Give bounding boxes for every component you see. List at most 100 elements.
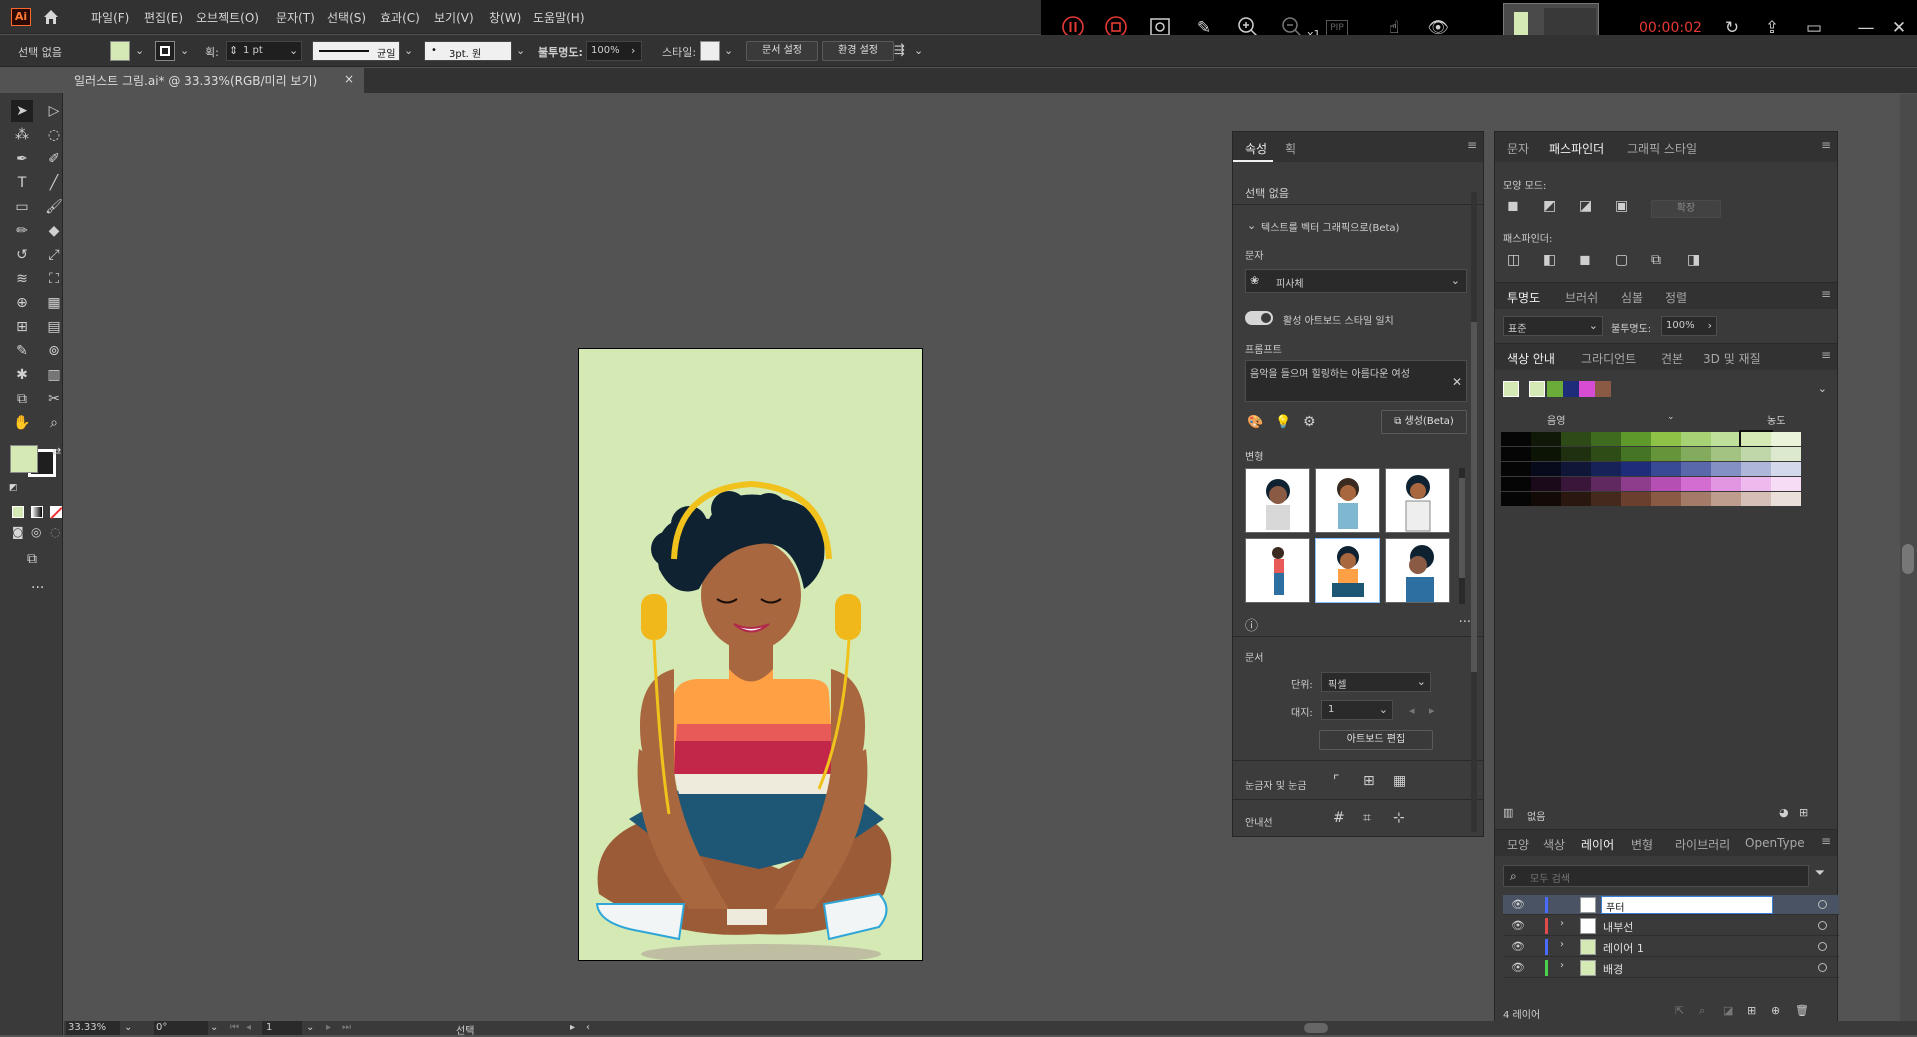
harmony-color-1[interactable]	[1529, 381, 1545, 397]
lasso-icon[interactable]: ◌	[43, 124, 65, 146]
color-guide-swatch[interactable]	[1621, 432, 1651, 446]
magic-wand-icon[interactable]: ⁂	[11, 124, 33, 146]
color-guide-swatch[interactable]	[1561, 447, 1591, 461]
chevron-down-icon[interactable]: ⌄	[306, 1022, 314, 1033]
next-artboard-icon[interactable]: ▸	[326, 1022, 331, 1033]
stroke-weight-field[interactable]: ⇕ 1 pt ⌄	[226, 41, 302, 61]
tab-color-guide[interactable]: 색상 안내	[1507, 350, 1555, 367]
crop-icon[interactable]: ▢	[1615, 252, 1628, 268]
new-layer-icon[interactable]: ⊕	[1771, 1004, 1780, 1017]
chevron-down-icon[interactable]: ⌄	[289, 44, 298, 57]
chevron-down-icon[interactable]: ⌄	[404, 44, 413, 57]
panel-menu-icon[interactable]: ≡	[1467, 138, 1477, 152]
color-guide-swatch[interactable]	[1621, 462, 1651, 476]
selection-tool-icon[interactable]: ➤	[11, 100, 33, 122]
home-icon[interactable]	[42, 8, 60, 26]
harmony-color-2[interactable]	[1547, 381, 1563, 397]
eraser-icon[interactable]: ◆	[43, 220, 65, 242]
tab-stroke[interactable]: 획	[1285, 140, 1296, 157]
intersect-icon[interactable]: ◪	[1579, 198, 1592, 214]
color-guide-swatch[interactable]	[1591, 492, 1621, 506]
color-guide-swatch[interactable]	[1621, 447, 1651, 461]
zoom-tool-icon[interactable]: ⌕	[43, 412, 65, 434]
layer-row[interactable]: 👁 › 내부선	[1503, 916, 1839, 936]
document-setup-button[interactable]: 문서 설정	[746, 41, 818, 61]
horizontal-scroll-thumb[interactable]	[1304, 1023, 1328, 1033]
next-artboard-icon[interactable]: ▸	[1429, 704, 1435, 717]
ruler-icon[interactable]: ⌜	[1333, 773, 1340, 789]
first-artboard-icon[interactable]: ⏮	[230, 1022, 239, 1033]
tab-pathfinder[interactable]: 패스파인더	[1549, 140, 1604, 157]
artboard-select[interactable]: 1 ⌄	[1321, 700, 1393, 720]
color-guide-swatch[interactable]	[1771, 477, 1801, 491]
shape-builder-icon[interactable]: ⊕	[11, 292, 33, 314]
preferences-button[interactable]: 환경 설정	[822, 41, 894, 61]
prompt-input[interactable]: 음악을 들으며 힐링하는 아름다운 여성 ✕	[1245, 360, 1467, 402]
mesh-tool-icon[interactable]: ⊞	[11, 316, 33, 338]
free-transform-icon[interactable]: ⛶	[43, 268, 65, 290]
color-guide-swatch[interactable]	[1561, 492, 1591, 506]
color-guide-swatch[interactable]	[1741, 447, 1771, 461]
trim-icon[interactable]: ◧	[1543, 252, 1556, 268]
chevron-right-icon[interactable]: ›	[631, 44, 635, 57]
hand-tool-icon[interactable]: ✋	[11, 412, 33, 434]
menu-file[interactable]: 파일(F)	[91, 9, 129, 26]
visibility-eye-icon[interactable]: 👁	[1511, 961, 1525, 975]
generate-button[interactable]: ⧉ 생성(Beta)	[1381, 410, 1467, 434]
harmony-color-3[interactable]	[1563, 381, 1579, 397]
export-layer-icon[interactable]: ⇱	[1675, 1004, 1684, 1017]
harmony-color-4[interactable]	[1579, 381, 1595, 397]
expand-arrow-icon[interactable]: ›	[1560, 918, 1564, 929]
artboard-tool-icon[interactable]: ⧉	[11, 388, 33, 410]
arrange-icon[interactable]: ⇶	[894, 43, 905, 58]
blend-mode-dropdown[interactable]: 표준 ⌄	[1503, 316, 1603, 336]
vertical-scrollbar[interactable]	[1900, 94, 1917, 1021]
perspective-grid-icon[interactable]: ▦	[43, 292, 65, 314]
brush-dropdown[interactable]: • 3pt. 원	[424, 41, 512, 61]
graph-tool-icon[interactable]: ▥	[43, 364, 65, 386]
grid-icon[interactable]: ⊞	[1363, 773, 1375, 789]
tab-3d-materials[interactable]: 3D 및 재질	[1703, 350, 1761, 367]
panel-menu-icon[interactable]: ≡	[1821, 834, 1831, 848]
panel-menu-icon[interactable]: ≡	[1821, 287, 1831, 301]
color-guide-swatch[interactable]	[1501, 447, 1531, 461]
pixel-grid-icon[interactable]: ▦	[1393, 773, 1406, 789]
variation-thumb-6[interactable]	[1385, 538, 1450, 603]
chevron-down-icon[interactable]: ⌄	[180, 44, 189, 57]
exclude-icon[interactable]: ▣	[1615, 198, 1628, 214]
stepper-icon[interactable]: ⇕	[229, 44, 238, 57]
layer-target-icon[interactable]	[1818, 900, 1827, 909]
locate-object-icon[interactable]: ⌕	[1699, 1004, 1705, 1018]
variations-scrollbar[interactable]	[1459, 468, 1465, 604]
chevron-down-icon[interactable]: ⌄	[1247, 219, 1256, 232]
color-guide-swatch[interactable]	[1681, 477, 1711, 491]
tab-layers[interactable]: 레이어	[1581, 836, 1614, 853]
minus-back-icon[interactable]: ◨	[1687, 252, 1700, 268]
clear-prompt-icon[interactable]: ✕	[1452, 375, 1462, 389]
close-tab-icon[interactable]: ×	[344, 72, 354, 86]
stroke-swatch[interactable]	[155, 41, 175, 61]
color-guide-swatch[interactable]	[1741, 492, 1771, 506]
rotate-tool-icon[interactable]: ↺	[11, 244, 33, 266]
document-tab[interactable]: 일러스트 그림.ai* @ 33.33%(RGB/미리 보기) ×	[64, 68, 364, 93]
tab-opentype[interactable]: OpenType	[1745, 836, 1805, 850]
fill-color-box[interactable]	[10, 445, 38, 473]
properties-scrollbar[interactable]	[1471, 192, 1477, 832]
color-guide-swatch[interactable]	[1711, 477, 1741, 491]
layer-row[interactable]: 👁 › 배경	[1503, 958, 1839, 978]
rotation-field[interactable]: 0°	[154, 1021, 208, 1035]
clipping-mask-icon[interactable]: ◪	[1723, 1004, 1733, 1017]
color-guide-swatch[interactable]	[1681, 462, 1711, 476]
layer-row[interactable]: 👁 푸터	[1503, 895, 1839, 915]
color-guide-swatch[interactable]	[1711, 462, 1741, 476]
swatch-library-icon[interactable]: ▥	[1503, 806, 1513, 819]
tab-transform[interactable]: 변형	[1631, 836, 1653, 853]
color-guide-swatch[interactable]	[1771, 432, 1801, 446]
layer-target-icon[interactable]	[1818, 963, 1827, 972]
opacity-field[interactable]: 100% ›	[1661, 316, 1717, 336]
variation-thumb-5[interactable]	[1315, 538, 1380, 603]
fill-swatch[interactable]	[110, 41, 130, 61]
new-sublayer-icon[interactable]: ⊞	[1747, 1004, 1756, 1017]
chevron-down-icon[interactable]: ⌄	[210, 1022, 218, 1033]
menu-view[interactable]: 보기(V)	[434, 9, 474, 26]
